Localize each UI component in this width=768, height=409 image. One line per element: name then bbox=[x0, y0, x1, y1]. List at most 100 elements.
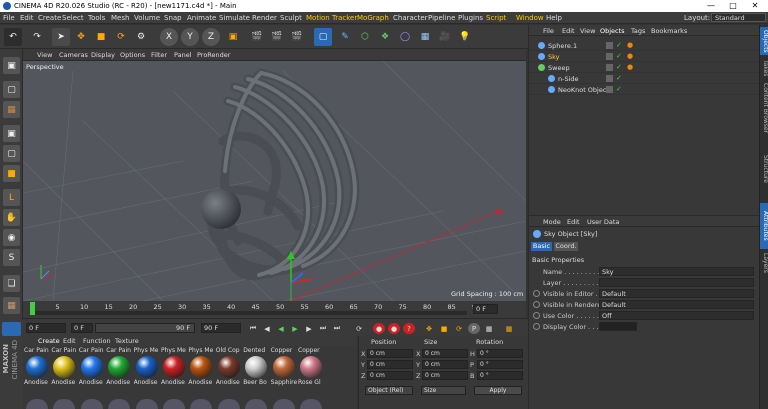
key-scale-icon[interactable]: ■ bbox=[438, 323, 450, 334]
coordinate-mode-select[interactable]: Object (Rel) bbox=[365, 386, 413, 395]
cube-primitive-icon[interactable]: ▢ bbox=[314, 28, 332, 46]
object-menu-view[interactable]: View bbox=[580, 27, 595, 35]
locked-workplane-icon[interactable]: ▦ bbox=[3, 297, 20, 314]
axis-y-button[interactable]: Y bbox=[181, 28, 199, 46]
visibility-dots-icon[interactable] bbox=[606, 64, 613, 71]
menu-render[interactable]: Render bbox=[252, 14, 277, 22]
move-tool-icon[interactable]: ✥ bbox=[72, 28, 90, 46]
viewport-solo-icon[interactable]: ◉ bbox=[3, 229, 20, 246]
enabled-check-icon[interactable]: ✓ bbox=[616, 41, 622, 49]
animation-radio-icon[interactable] bbox=[533, 301, 540, 308]
close-icon[interactable]: ✕ bbox=[744, 0, 766, 12]
visibility-dots-icon[interactable] bbox=[606, 86, 613, 93]
menu-pipeline[interactable]: Pipeline bbox=[428, 14, 455, 22]
viewport-menu-view[interactable]: View bbox=[37, 51, 52, 59]
apply-button[interactable]: Apply bbox=[474, 386, 522, 395]
menu-simulate[interactable]: Simulate bbox=[219, 14, 250, 22]
size-y-field[interactable]: 0 cm bbox=[422, 360, 468, 369]
menu-window[interactable]: Window bbox=[516, 14, 544, 22]
current-frame-field[interactable]: 0 F bbox=[473, 304, 498, 314]
object-tag-icon[interactable]: ● bbox=[627, 52, 633, 60]
object-menu-edit[interactable]: Edit bbox=[562, 27, 575, 35]
play-backward-icon[interactable]: ◀ bbox=[275, 323, 287, 334]
floor-icon[interactable]: ▦ bbox=[416, 28, 434, 46]
position-y-field[interactable]: 0 cm bbox=[367, 360, 413, 369]
start-frame-field[interactable]: 0 F bbox=[26, 323, 66, 333]
menu-volume[interactable]: Volume bbox=[134, 14, 160, 22]
side-tab-takes[interactable]: Takes bbox=[760, 57, 768, 79]
menu-snap[interactable]: Snap bbox=[164, 14, 182, 22]
scale-tool-icon[interactable]: ■ bbox=[92, 28, 110, 46]
rotation-b-field[interactable]: 0 ° bbox=[477, 371, 523, 380]
array-icon[interactable]: ❖ bbox=[376, 28, 394, 46]
previous-key-icon[interactable]: ◀ bbox=[261, 323, 273, 334]
enabled-check-icon[interactable]: ✓ bbox=[616, 74, 622, 82]
menu-help[interactable]: Help bbox=[546, 14, 562, 22]
next-frame-icon[interactable]: ▶ bbox=[303, 323, 315, 334]
play-forward-icon[interactable]: ▶ bbox=[289, 323, 301, 334]
material-swatch[interactable]: Phys Me Anodise bbox=[188, 347, 214, 387]
points-mode-icon[interactable]: ▣ bbox=[3, 125, 20, 142]
visibility-dots-icon[interactable] bbox=[606, 75, 613, 82]
attribute-value-4[interactable]: Off bbox=[599, 311, 754, 320]
key-parameter-icon[interactable]: P bbox=[468, 323, 480, 334]
go-to-end-icon[interactable]: ⏭ bbox=[331, 323, 343, 334]
recent-tools-icon[interactable]: ⚙ bbox=[132, 28, 150, 46]
object-menu-objects[interactable]: Objects bbox=[600, 27, 625, 35]
object-menu-file[interactable]: File bbox=[543, 27, 554, 35]
maximize-icon[interactable]: □ bbox=[722, 0, 744, 12]
menu-mograph[interactable]: MoGraph bbox=[357, 14, 389, 22]
side-tab-attributes[interactable]: Attributes bbox=[760, 203, 768, 249]
layout-icon[interactable] bbox=[2, 322, 21, 336]
tweak-mode-icon[interactable]: ✋ bbox=[3, 209, 20, 226]
object-tag-icon[interactable]: ● bbox=[627, 63, 633, 71]
side-tab-content-browser[interactable]: Content Browser bbox=[760, 81, 768, 135]
make-editable-icon[interactable]: ▣ bbox=[3, 57, 20, 74]
material-swatch[interactable]: Phys Me Anodise bbox=[161, 347, 187, 387]
attribute-value-3[interactable]: Default bbox=[599, 300, 754, 309]
viewport-menu-display[interactable]: Display bbox=[91, 51, 115, 59]
menu-plugins[interactable]: Plugins bbox=[458, 14, 483, 22]
workplane-icon[interactable]: ❏ bbox=[3, 275, 20, 292]
attribute-value-1[interactable] bbox=[599, 278, 754, 287]
material-swatch[interactable]: Old Cop Anodise bbox=[216, 347, 242, 387]
render-view-icon[interactable]: 🎬 bbox=[248, 28, 266, 46]
side-tab-objects[interactable]: Objects bbox=[760, 27, 768, 55]
enabled-check-icon[interactable]: ✓ bbox=[616, 85, 622, 93]
texture-mode-icon[interactable]: ▦ bbox=[3, 101, 20, 118]
menu-file[interactable]: File bbox=[3, 14, 15, 22]
material-menu-function[interactable]: Function bbox=[83, 337, 111, 345]
material-swatch[interactable]: Copper Sapphire bbox=[271, 347, 297, 387]
animation-radio-icon[interactable] bbox=[533, 312, 540, 319]
next-key-icon[interactable]: ⏭ bbox=[317, 323, 329, 334]
select-arrow-icon[interactable]: ➤ bbox=[52, 28, 70, 46]
attribute-menu-edit[interactable]: Edit bbox=[567, 218, 580, 226]
side-tab-layers[interactable]: Layers bbox=[760, 251, 768, 275]
key-position-icon[interactable]: ✥ bbox=[423, 323, 435, 334]
size-x-field[interactable]: 0 cm bbox=[422, 349, 468, 358]
timeline-playhead[interactable] bbox=[30, 302, 35, 315]
timeline[interactable]: 051015202530354045505560657075808590 0 F bbox=[23, 301, 526, 318]
attribute-value-0[interactable]: Sky bbox=[599, 267, 754, 276]
tab-coord[interactable]: Coord. bbox=[554, 242, 578, 251]
undo-icon[interactable]: ↶ bbox=[4, 28, 22, 46]
viewport-menu-prorender[interactable]: ProRender bbox=[197, 51, 230, 59]
coordinate-system-icon[interactable]: ▣ bbox=[224, 28, 242, 46]
subdivision-surface-icon[interactable]: ⬡ bbox=[356, 28, 374, 46]
size-z-field[interactable]: 0 cm bbox=[422, 371, 468, 380]
rotation-p-field[interactable]: 0 ° bbox=[477, 360, 523, 369]
current-frame-input[interactable]: 0 F bbox=[71, 323, 93, 333]
menu-edit[interactable]: Edit bbox=[20, 14, 34, 22]
menu-character[interactable]: Character bbox=[393, 14, 428, 22]
viewport-menu-filter[interactable]: Filter bbox=[151, 51, 167, 59]
object-row[interactable]: Sweep ✓ ● bbox=[529, 62, 760, 73]
model-mode-icon[interactable]: ▢ bbox=[3, 81, 20, 98]
record-active-icon[interactable]: ● bbox=[373, 323, 385, 334]
viewport-menu-cameras[interactable]: Cameras bbox=[59, 51, 88, 59]
material-swatch[interactable]: Car Pain Anodise bbox=[51, 347, 77, 387]
object-row[interactable]: NeoKnot Object ✓ bbox=[529, 84, 760, 95]
pen-spline-icon[interactable]: ✎ bbox=[336, 28, 354, 46]
snap-icon[interactable]: S bbox=[3, 249, 20, 266]
size-mode-select[interactable]: Size bbox=[421, 386, 466, 395]
animation-radio-icon[interactable] bbox=[533, 323, 540, 330]
